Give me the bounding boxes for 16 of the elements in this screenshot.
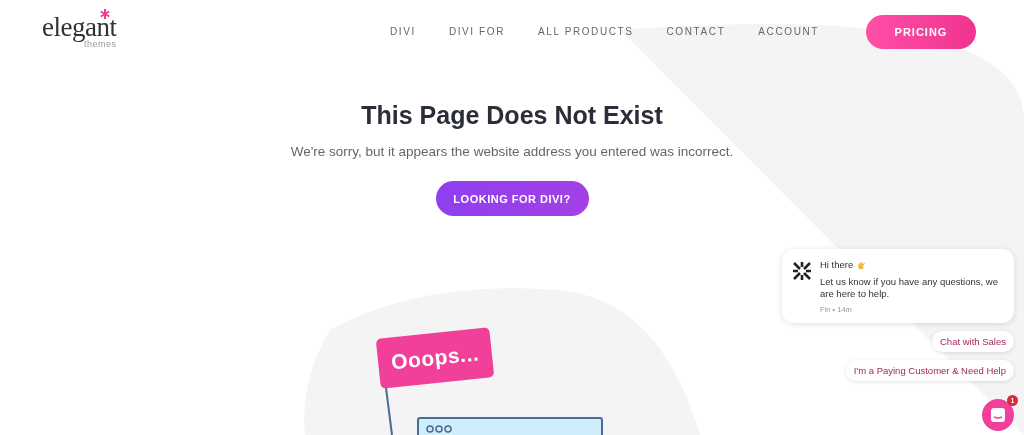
nav-link[interactable]: CONTACT <box>666 26 726 37</box>
chat-bubble-icon <box>990 407 1006 423</box>
page-title: This Page Does Not Exist <box>361 101 663 130</box>
nav-link[interactable]: ACCOUNT <box>758 26 819 37</box>
nav-link[interactable]: DIVI <box>390 26 416 37</box>
asterisk-logo-icon <box>792 261 812 281</box>
pricing-button[interactable]: PRICING <box>866 14 976 49</box>
looking-for-divi-button[interactable]: LOOKING FOR DIVI? <box>435 181 589 216</box>
quick-reply-button[interactable]: I'm a Paying Customer & Need Help <box>845 360 1014 381</box>
chat-message: Let us know if you have any questions, we are here to help. <box>820 276 999 300</box>
quick-reply-button[interactable]: Chat with Sales <box>932 331 1014 352</box>
chat-greeting: Hi there <box>820 259 854 271</box>
asterisk-icon <box>100 8 111 19</box>
nav-link[interactable]: DIVI FOR <box>448 26 506 37</box>
error-message: We're sorry, but it appears the website address you entered was incorrect. <box>290 144 734 159</box>
nav-link[interactable]: ALL PRODUCTS <box>538 26 634 37</box>
